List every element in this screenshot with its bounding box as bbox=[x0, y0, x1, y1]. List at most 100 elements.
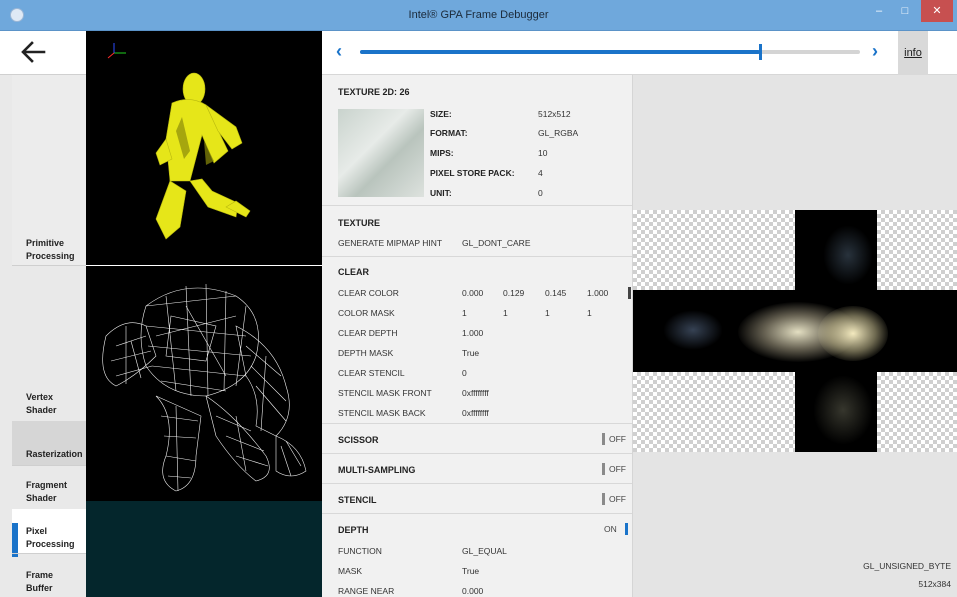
pipeline-nav: Primitive Processing Vertex Shader Raste… bbox=[0, 75, 86, 597]
minimize-button[interactable]: – bbox=[865, 0, 893, 22]
prop-value: GL_RGBA bbox=[538, 128, 579, 138]
color-mask-label: COLOR MASK bbox=[338, 308, 395, 318]
nav-label: Primitive bbox=[26, 238, 65, 248]
texture-title: TEXTURE bbox=[338, 218, 381, 228]
frame-slider[interactable] bbox=[360, 44, 860, 60]
multisampling-section[interactable]: MULTI-SAMPLING OFF bbox=[322, 453, 632, 483]
transparent-region bbox=[877, 372, 957, 452]
info-tab[interactable]: info bbox=[898, 31, 928, 75]
close-button[interactable]: ✕ bbox=[921, 0, 953, 22]
scroll-indicator[interactable] bbox=[628, 287, 631, 299]
stencil-title: STENCIL bbox=[338, 495, 377, 505]
nav-item-rasterization[interactable]: Rasterization bbox=[0, 448, 86, 461]
light-glow bbox=[818, 306, 888, 361]
title-bar: Intel® GPA Frame Debugger – □ ✕ bbox=[0, 0, 957, 31]
nav-item-fragment-shader[interactable]: Fragment Shader bbox=[0, 479, 86, 505]
next-chevron-icon[interactable]: › bbox=[872, 41, 878, 62]
nav-label: Rasterization bbox=[26, 449, 83, 459]
prop-label: FORMAT: bbox=[430, 128, 468, 138]
nav-item-pixel-processing[interactable]: Pixel Processing bbox=[0, 523, 86, 557]
preview-data-type: GL_UNSIGNED_BYTE bbox=[863, 561, 951, 571]
empty-viewport[interactable] bbox=[86, 501, 322, 597]
texture-preview-pane[interactable]: GL_UNSIGNED_BYTE 512x384 bbox=[633, 75, 957, 597]
prop-label: MIPS: bbox=[430, 148, 454, 158]
nav-divider bbox=[12, 465, 86, 466]
nav-label: Pixel bbox=[26, 526, 48, 536]
stencil-mask-front-value: 0xffffffff bbox=[462, 388, 489, 398]
nav-item-primitive-processing[interactable]: Primitive Processing bbox=[0, 237, 86, 263]
clear-color-r: 0.000 bbox=[462, 288, 484, 298]
nav-divider bbox=[12, 265, 86, 266]
prop-value: 512x512 bbox=[538, 109, 571, 119]
depth-mask-value: True bbox=[462, 348, 480, 358]
nav-label: Processing bbox=[26, 539, 75, 549]
prop-value: 4 bbox=[538, 168, 543, 178]
nav-item-vertex-shader[interactable]: Vertex Shader bbox=[0, 391, 86, 417]
slider-thumb[interactable] bbox=[759, 44, 762, 60]
clear-color-label: CLEAR COLOR bbox=[338, 288, 399, 298]
back-arrow-icon[interactable] bbox=[20, 40, 46, 64]
prop-value: 0 bbox=[538, 188, 543, 198]
scissor-title: SCISSOR bbox=[338, 435, 379, 445]
range-near-value: 0.000 bbox=[462, 586, 484, 596]
shaded-model-image bbox=[107, 43, 251, 240]
multisampling-title: MULTI-SAMPLING bbox=[338, 465, 416, 475]
nav-label: Vertex bbox=[26, 392, 54, 402]
nav-label: Buffer bbox=[26, 583, 53, 593]
transparent-region bbox=[877, 210, 957, 290]
scissor-toggle[interactable]: OFF bbox=[602, 433, 626, 445]
stencil-mask-front-label: STENCIL MASK FRONT bbox=[338, 388, 432, 398]
clear-section: CLEAR CLEAR COLOR 0.000 0.129 0.145 1.00… bbox=[322, 256, 632, 423]
depth-section[interactable]: DEPTH ON FUNCTION GL_EQUAL MASK True RAN… bbox=[322, 513, 632, 597]
prop-label: SIZE: bbox=[430, 109, 452, 119]
maximize-button[interactable]: □ bbox=[891, 0, 919, 22]
mipmap-hint-value: GL_DONT_CARE bbox=[462, 238, 531, 248]
clear-depth-label: CLEAR DEPTH bbox=[338, 328, 398, 338]
mipmap-hint-label: GENERATE MIPMAP HINT bbox=[338, 238, 443, 248]
prop-label: UNIT: bbox=[430, 188, 452, 198]
wireframe-model-image bbox=[102, 283, 307, 492]
nav-label: Processing bbox=[26, 251, 75, 261]
depth-mask-label: DEPTH MASK bbox=[338, 348, 394, 358]
stencil-mask-back-value: 0xffffffff bbox=[462, 408, 489, 418]
light-glow bbox=[663, 310, 723, 350]
nav-item-frame-buffer[interactable]: Frame Buffer bbox=[0, 569, 86, 595]
nav-label: Frame bbox=[26, 570, 54, 580]
clear-color-b: 0.145 bbox=[545, 288, 567, 298]
nav-label: Shader bbox=[26, 493, 57, 503]
stencil-toggle[interactable]: OFF bbox=[602, 493, 626, 505]
frame-scrubber-bar: ‹ › info bbox=[322, 31, 957, 75]
prop-label: PIXEL STORE PACK: bbox=[430, 168, 515, 178]
wireframe-viewport[interactable] bbox=[86, 265, 322, 501]
texture2d-title: TEXTURE 2D: 26 bbox=[338, 87, 410, 97]
cubemap-face bbox=[633, 290, 957, 372]
stencil-mask-back-label: STENCIL MASK BACK bbox=[338, 408, 426, 418]
nav-label: Fragment bbox=[26, 480, 68, 490]
depth-function-value: GL_EQUAL bbox=[462, 546, 507, 556]
multisampling-toggle[interactable]: OFF bbox=[602, 463, 626, 475]
prop-value: 10 bbox=[538, 148, 548, 158]
slider-fill bbox=[360, 50, 760, 54]
color-mask-a: 1 bbox=[587, 308, 592, 318]
transparent-region bbox=[633, 210, 795, 290]
light-glow bbox=[813, 375, 873, 445]
nav-divider bbox=[12, 553, 86, 554]
scissor-section[interactable]: SCISSOR OFF bbox=[322, 423, 632, 453]
depth-title: DEPTH bbox=[338, 525, 369, 535]
color-mask-r: 1 bbox=[462, 308, 467, 318]
axis-gizmo-icon bbox=[107, 43, 126, 59]
previous-chevron-icon[interactable]: ‹ bbox=[336, 41, 342, 62]
range-near-label: RANGE NEAR bbox=[338, 586, 395, 596]
depth-toggle[interactable]: ON bbox=[604, 523, 628, 535]
color-mask-b: 1 bbox=[545, 308, 550, 318]
color-mask-g: 1 bbox=[503, 308, 508, 318]
depth-function-label: FUNCTION bbox=[338, 546, 382, 556]
stencil-section[interactable]: STENCIL OFF bbox=[322, 483, 632, 513]
preview-size: 512x384 bbox=[918, 579, 951, 589]
texture2d-section: TEXTURE 2D: 26 SIZE: 512x512 FORMAT: GL_… bbox=[322, 75, 632, 205]
shaded-model-viewport[interactable] bbox=[86, 31, 322, 265]
state-panel: TEXTURE 2D: 26 SIZE: 512x512 FORMAT: GL_… bbox=[322, 75, 633, 597]
light-glow bbox=[823, 225, 873, 285]
nav-label: Shader bbox=[26, 405, 57, 415]
clear-color-g: 0.129 bbox=[503, 288, 525, 298]
